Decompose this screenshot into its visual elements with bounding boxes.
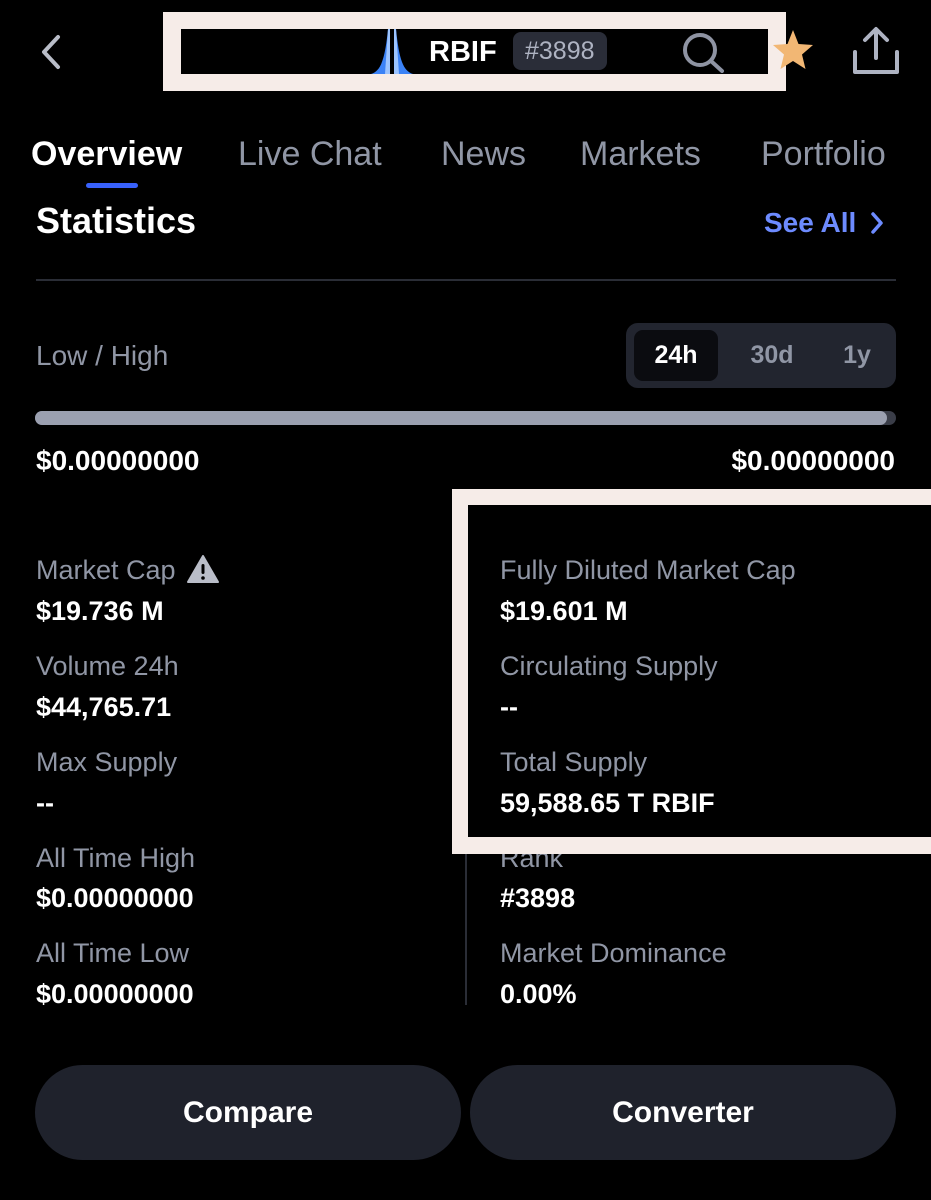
active-tab-indicator — [86, 183, 138, 188]
coin-header: RBIF #3898 — [181, 29, 768, 74]
circulating-supply-value: -- — [500, 692, 518, 722]
column-divider — [465, 850, 467, 1005]
search-icon[interactable] — [681, 31, 725, 73]
low-high-label: Low / High — [36, 340, 169, 371]
chevron-left-icon — [42, 35, 60, 69]
all-time-high-label: All Time High — [36, 843, 196, 873]
volume-24h-value: $44,765.71 — [36, 692, 172, 722]
period-selector: 24h 30d 1y — [626, 323, 896, 388]
circulating-supply-label: Circulating Supply — [500, 651, 718, 681]
share-icon[interactable] — [848, 24, 904, 80]
tab-news[interactable]: News — [441, 135, 526, 174]
redaction-frame-title: RBIF #3898 — [163, 12, 786, 91]
rank-value: #3898 — [500, 883, 576, 913]
see-all-link[interactable]: See All — [764, 205, 884, 241]
low-high-range-bar — [35, 411, 896, 425]
tab-overview[interactable]: Overview — [31, 135, 182, 174]
tab-live-chat[interactable]: Live Chat — [238, 135, 382, 174]
chevron-right-icon — [871, 212, 884, 234]
all-time-high-value: $0.00000000 — [36, 883, 194, 913]
period-24h[interactable]: 24h — [634, 330, 718, 381]
range-high-value: $0.00000000 — [731, 445, 895, 476]
converter-button[interactable]: Converter — [470, 1065, 896, 1160]
coin-rank-badge: #3898 — [513, 32, 607, 70]
coin-logo-icon — [371, 29, 413, 74]
max-supply-value: -- — [36, 788, 54, 818]
max-supply-label: Max Supply — [36, 747, 178, 777]
tab-markets[interactable]: Markets — [580, 135, 701, 174]
back-button[interactable] — [34, 32, 68, 72]
fully-diluted-market-cap-value: $19.601 M — [500, 596, 628, 626]
section-divider — [36, 279, 896, 281]
market-cap-label: Market Cap — [36, 555, 176, 585]
section-title: Statistics — [36, 200, 197, 241]
market-cap-value: $19.736 M — [36, 596, 164, 626]
range-low-value: $0.00000000 — [36, 445, 200, 476]
tab-portfolio[interactable]: Portfolio — [761, 135, 886, 174]
all-time-low-value: $0.00000000 — [36, 979, 194, 1009]
compare-button[interactable]: Compare — [35, 1065, 461, 1160]
market-dominance-label: Market Dominance — [500, 938, 727, 968]
fully-diluted-market-cap-label: Fully Diluted Market Cap — [500, 555, 796, 585]
range-bar-fill — [35, 411, 888, 425]
star-icon[interactable] — [770, 26, 816, 76]
total-supply-value: 59,588.65 T RBIF — [500, 788, 715, 818]
period-30d[interactable]: 30d — [730, 330, 814, 381]
tab-bar: Overview Live Chat News Markets Portfoli… — [0, 135, 931, 195]
period-1y[interactable]: 1y — [822, 330, 892, 381]
coin-symbol: RBIF — [429, 36, 497, 68]
volume-24h-label: Volume 24h — [36, 651, 179, 681]
all-time-low-label: All Time Low — [36, 938, 190, 968]
see-all-label: See All — [764, 207, 857, 238]
total-supply-label: Total Supply — [500, 747, 648, 777]
market-dominance-value: 0.00% — [500, 979, 577, 1009]
warning-icon[interactable] — [186, 554, 220, 584]
